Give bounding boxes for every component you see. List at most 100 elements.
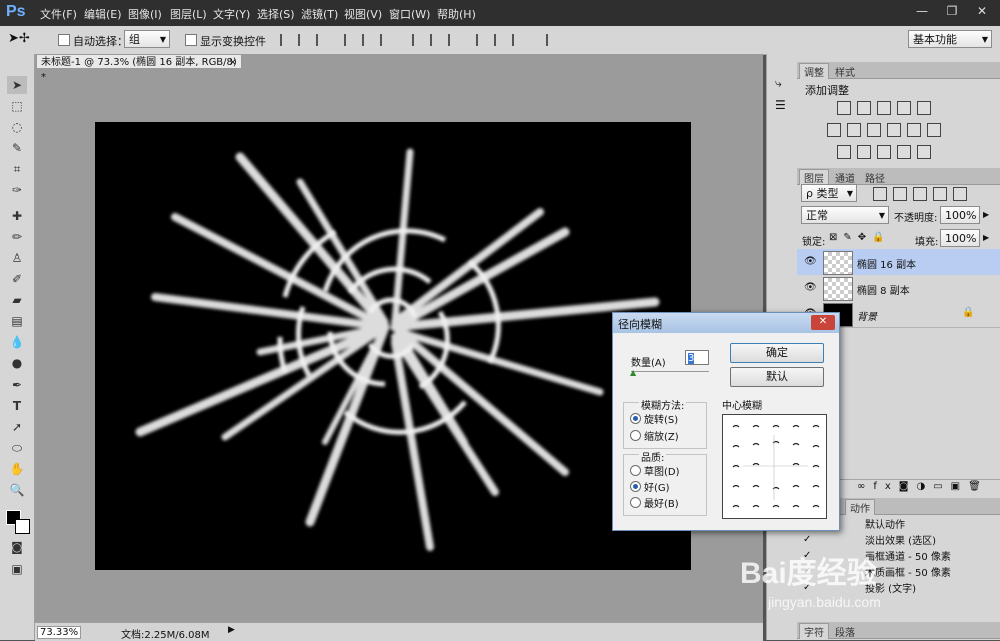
align-hcenter-icon[interactable] (362, 34, 374, 46)
menu-select[interactable]: 选择(S) (257, 6, 295, 22)
eyedropper-tool-icon[interactable]: ✑ (7, 181, 27, 199)
blend-mode-dropdown[interactable]: 正常 ▼ (801, 206, 889, 224)
lasso-tool-icon[interactable]: ◌ (7, 118, 27, 136)
layer-filter-dropdown[interactable]: ρ 类型 ▼ (801, 184, 857, 202)
menu-type[interactable]: 文字(Y) (213, 6, 250, 22)
blur-center-preview[interactable] (722, 414, 827, 519)
photo-filter-icon[interactable] (887, 123, 901, 137)
menu-image[interactable]: 图像(I) (128, 6, 162, 22)
quick-select-tool-icon[interactable]: ✎ (7, 139, 27, 157)
shape-tool-icon[interactable]: ⬭ (7, 439, 27, 457)
threshold-icon[interactable] (877, 145, 891, 159)
action-item[interactable]: 木质画框 - 50 像素 (865, 564, 951, 579)
distribute-bottom-icon[interactable] (448, 34, 460, 46)
dialog-titlebar[interactable]: 径向模糊 ✕ (613, 313, 839, 333)
invert-icon[interactable] (837, 145, 851, 159)
path-select-icon[interactable]: ➚ (7, 418, 27, 436)
tab-layers[interactable]: 图层 (799, 169, 829, 185)
color-lookup-icon[interactable] (927, 123, 941, 137)
menu-layer[interactable]: 图层(L) (170, 6, 207, 22)
tab-channels[interactable]: 通道 (831, 170, 859, 185)
background-color-swatch[interactable] (15, 519, 30, 534)
menu-help[interactable]: 帮助(H) (437, 6, 476, 22)
move-tool-preset-icon[interactable]: ➤✢ (8, 31, 30, 46)
close-tab-icon[interactable]: × (229, 55, 237, 70)
menu-filter[interactable]: 滤镜(T) (301, 6, 338, 22)
distribute-vcenter-icon[interactable] (430, 34, 442, 46)
quick-mask-icon[interactable]: ◙ (7, 538, 27, 556)
menu-file[interactable]: 文件(F) (40, 6, 77, 22)
crop-tool-icon[interactable]: ⌗ (7, 160, 27, 178)
distribute-right-icon[interactable] (512, 34, 524, 46)
dodge-tool-icon[interactable]: ● (7, 354, 27, 372)
amount-slider-thumb[interactable]: ▲ (630, 368, 636, 377)
minimize-button[interactable]: — (908, 0, 936, 22)
filter-shape-icon[interactable] (933, 187, 947, 201)
align-right-icon[interactable] (380, 34, 392, 46)
radio-zoom[interactable] (630, 430, 641, 441)
properties-panel-icon[interactable]: ☰ (775, 98, 786, 112)
workspace-dropdown[interactable]: 基本功能 ▼ (908, 30, 992, 48)
brightness-icon[interactable] (837, 101, 851, 115)
vibrance-icon[interactable] (917, 101, 931, 115)
color-balance-icon[interactable] (847, 123, 861, 137)
action-item[interactable]: 淡出效果 (选区) (865, 532, 936, 547)
tab-actions[interactable]: 动作 (845, 499, 875, 515)
layer-footer-icons[interactable]: ∞fx◙◑▭▣🗑 (857, 481, 989, 492)
auto-select-checkbox[interactable] (58, 34, 70, 46)
stamp-tool-icon[interactable]: ♙ (7, 249, 27, 267)
document-tab[interactable]: 未标题-1 @ 73.3% (椭圆 16 副本, RGB/8) * × (36, 54, 242, 83)
menu-view[interactable]: 视图(V) (344, 6, 382, 22)
blur-tool-icon[interactable]: 💧 (7, 333, 27, 351)
amount-input[interactable]: 3 (685, 350, 709, 365)
tab-adjustments[interactable]: 调整 (799, 63, 829, 79)
gradient-map-icon[interactable] (897, 145, 911, 159)
radio-good[interactable] (630, 481, 641, 492)
brush-tool-icon[interactable]: ✏ (7, 228, 27, 246)
restore-button[interactable]: ❐ (938, 0, 966, 22)
distribute-hcenter-icon[interactable] (494, 34, 506, 46)
visibility-eye-icon[interactable]: 👁 (804, 282, 817, 293)
fill-arrow-icon[interactable]: ▶ (983, 233, 989, 242)
radio-draft[interactable] (630, 465, 641, 476)
zoom-level[interactable]: 73.33% (37, 626, 82, 639)
opacity-arrow-icon[interactable]: ▶ (983, 210, 989, 219)
distribute-left-icon[interactable] (476, 34, 488, 46)
align-vcenter-icon[interactable] (298, 34, 310, 46)
close-window-button[interactable]: ✕ (968, 0, 996, 22)
dialog-close-button[interactable]: ✕ (811, 315, 835, 330)
action-item[interactable]: 画框通道 - 50 像素 (865, 548, 951, 563)
reset-button[interactable]: 默认 (730, 367, 824, 387)
align-bottom-icon[interactable] (316, 34, 328, 46)
channel-mixer-icon[interactable] (907, 123, 921, 137)
move-tool-icon[interactable]: ➤ (7, 76, 27, 94)
align-top-icon[interactable] (280, 34, 292, 46)
lock-options-icons[interactable]: ⊠✎✥🔒 (829, 232, 891, 243)
hue-saturation-icon[interactable] (827, 123, 841, 137)
auto-select-dropdown[interactable]: 组 ▼ (124, 30, 170, 48)
layer-row[interactable]: 👁 椭圆 16 副本 (797, 249, 1000, 276)
action-item[interactable]: 默认动作 (865, 516, 905, 531)
menu-window[interactable]: 窗口(W) (389, 6, 430, 22)
auto-align-icon[interactable] (546, 34, 558, 46)
exposure-icon[interactable] (897, 101, 911, 115)
radio-best[interactable] (630, 497, 641, 508)
gradient-tool-icon[interactable]: ▤ (7, 312, 27, 330)
visibility-eye-icon[interactable]: 👁 (804, 256, 817, 267)
levels-icon[interactable] (857, 101, 871, 115)
fill-field[interactable]: 100% (940, 229, 980, 247)
posterize-icon[interactable] (857, 145, 871, 159)
screen-mode-icon[interactable]: ▣ (7, 560, 27, 578)
align-left-icon[interactable] (344, 34, 356, 46)
hand-tool-icon[interactable]: ✋ (7, 460, 27, 478)
pen-tool-icon[interactable]: ✒ (7, 376, 27, 394)
layer-row[interactable]: 👁 椭圆 8 副本 (797, 275, 1000, 302)
distribute-top-icon[interactable] (412, 34, 424, 46)
opacity-field[interactable]: 100% (940, 206, 980, 224)
ok-button[interactable]: 确定 (730, 343, 824, 363)
curves-icon[interactable] (877, 101, 891, 115)
healing-tool-icon[interactable]: ✚ (7, 207, 27, 225)
filter-adjust-icon[interactable] (893, 187, 907, 201)
image-canvas[interactable] (95, 122, 691, 570)
type-tool-icon[interactable]: T (7, 397, 27, 415)
